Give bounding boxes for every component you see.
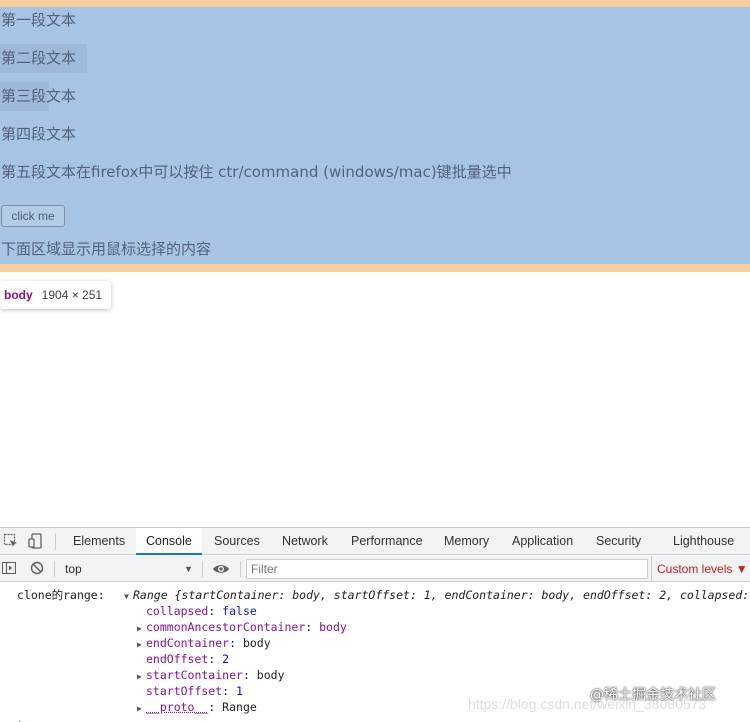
property-key: __proto__ (146, 700, 209, 714)
range-property-row[interactable]: ▶ commonAncestorContainer: body (137, 619, 347, 635)
range-object-summary[interactable]: ▼ Range {startContainer: body, startOffse… (124, 587, 750, 603)
range-summary-props: startContainer: body, startOffset: 1, en… (181, 588, 750, 602)
tab-application[interactable]: Application (512, 528, 573, 555)
range-property-row[interactable]: ▶ __proto__: Range (137, 699, 257, 715)
device-toolbar-icon[interactable] (28, 533, 44, 549)
toolbar-divider (240, 561, 241, 577)
expanded-triangle-icon[interactable]: ▼ (124, 589, 133, 603)
tab-performance[interactable]: Performance (351, 528, 423, 555)
range-property-row: endOffset: 2 (146, 652, 230, 666)
tab-network[interactable]: Network (282, 528, 328, 555)
chevron-down-icon[interactable]: ▼ (184, 559, 193, 579)
property-value: body (256, 668, 285, 682)
tab-memory[interactable]: Memory (444, 528, 489, 555)
range-property-row: startOffset: 1 (146, 684, 243, 698)
property-value: false (222, 604, 257, 618)
clear-console-icon[interactable] (30, 561, 44, 575)
property-key: collapsed (146, 604, 209, 618)
tab-sources[interactable]: Sources (214, 528, 260, 555)
inspect-element-icon[interactable] (3, 533, 19, 549)
property-value: body (242, 636, 271, 650)
property-key: startContainer (146, 668, 243, 682)
tooltip-dimensions: 1904 × 251 (41, 288, 103, 302)
juejin-watermark: @稀土掘金技术社区 (590, 687, 716, 703)
property-value: 1 (236, 684, 243, 698)
log-levels-dropdown[interactable]: Custom levels ▼ (651, 556, 750, 582)
devtools-tabbar: Elements Console Sources Network Perform… (0, 528, 750, 555)
tab-security[interactable]: Security (596, 528, 641, 555)
property-value: 2 (222, 652, 230, 666)
paragraph-2[interactable]: 第二段文本 (1, 47, 76, 68)
paragraph-1[interactable]: 第一段文本 (1, 9, 76, 30)
js-context-select[interactable]: top (58, 559, 198, 579)
body-content-highlight (0, 7, 750, 264)
property-value: Range (222, 700, 257, 714)
toolbar-divider (202, 561, 203, 577)
expand-triangle-icon[interactable]: ▶ (137, 701, 146, 717)
console-toolbar: top ▼ Custom levels ▼ (0, 556, 750, 582)
tab-console[interactable]: Console (136, 528, 202, 555)
property-key: startOffset (146, 684, 223, 698)
paragraph-4[interactable]: 第四段文本 (1, 123, 76, 144)
console-sidebar-toggle-icon[interactable] (1, 561, 17, 575)
console-prompt-icon: › (17, 716, 24, 722)
click-me-button[interactable]: click me (1, 205, 65, 227)
property-key: endOffset (146, 652, 209, 666)
selection-output-label: 下面区域显示用鼠标选择的内容 (1, 240, 212, 258)
property-key: commonAncestorContainer (146, 620, 306, 634)
body-margin-highlight-top (0, 0, 750, 7)
range-property-row[interactable]: ▶ endContainer: body (137, 635, 271, 651)
range-property-row[interactable]: ▶ startContainer: body (137, 667, 285, 683)
body-margin-highlight-bottom (0, 264, 750, 272)
range-property-row: collapsed: false (146, 604, 257, 618)
range-summary-prefix: Range { (133, 588, 182, 602)
console-filter-input[interactable] (246, 559, 648, 579)
property-value: body (319, 620, 347, 634)
paragraph-3[interactable]: 第三段文本 (1, 85, 76, 106)
page-viewport: 第一段文本 第二段文本 第三段文本 第四段文本 第五段文本在firefox中可以… (0, 0, 750, 525)
inspect-tooltip: body 1904 × 251 (0, 281, 112, 309)
property-key: endContainer (146, 636, 230, 650)
console-log-label: clone的range: (17, 588, 105, 602)
toolbar-divider (54, 561, 55, 577)
tab-lighthouse[interactable]: Lighthouse (673, 528, 734, 555)
live-expression-eye-icon[interactable] (212, 562, 230, 576)
paragraph-5[interactable]: 第五段文本在firefox中可以按住 ctr/command (windows/… (1, 161, 512, 182)
tooltip-tag-name: body (4, 288, 33, 302)
tab-divider (55, 533, 56, 550)
tab-elements[interactable]: Elements (73, 528, 125, 555)
